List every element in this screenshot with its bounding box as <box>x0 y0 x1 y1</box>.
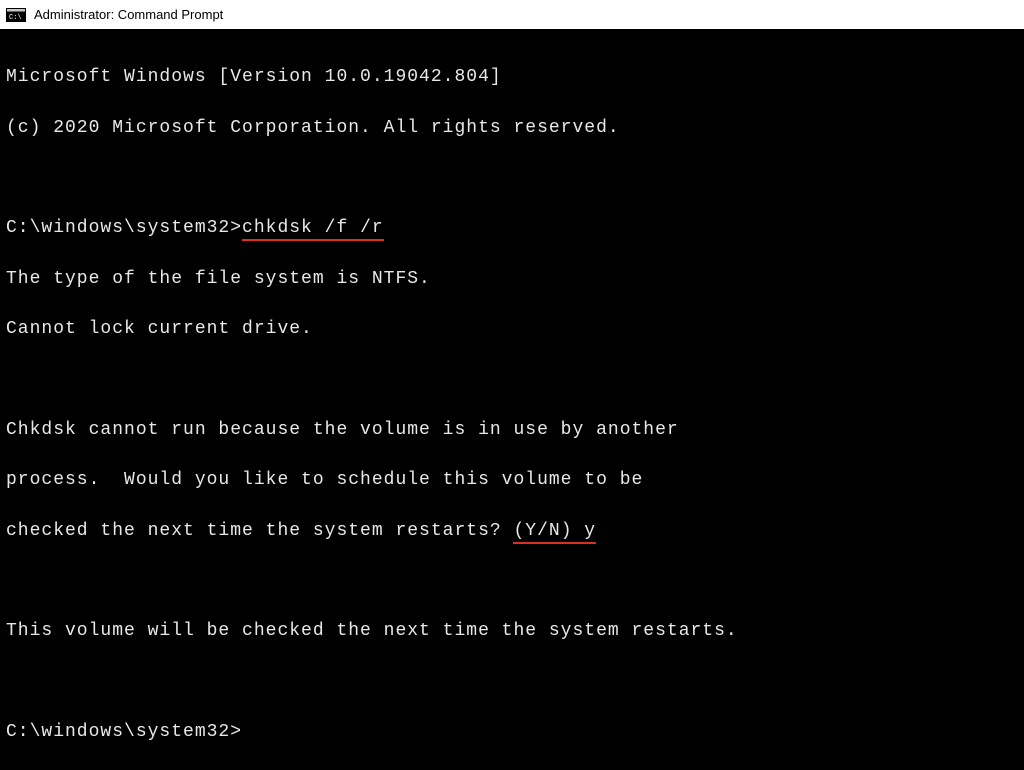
terminal-prompt-line: C:\windows\system32> <box>6 720 1018 745</box>
terminal-line: process. Would you like to schedule this… <box>6 468 1018 493</box>
terminal-text: checked the next time the system restart… <box>6 521 513 541</box>
terminal-line: Cannot lock current drive. <box>6 317 1018 342</box>
yn-response: (Y/N) y <box>513 521 596 544</box>
terminal-line: (c) 2020 Microsoft Corporation. All righ… <box>6 116 1018 141</box>
terminal-command-line: C:\windows\system32>chkdsk /f /r <box>6 216 1018 241</box>
cmd-icon: C:\ <box>6 7 26 23</box>
window-title-bar: C:\ Administrator: Command Prompt <box>0 0 1024 30</box>
entered-command: chkdsk /f /r <box>242 218 384 241</box>
terminal-output[interactable]: Microsoft Windows [Version 10.0.19042.80… <box>0 30 1024 631</box>
svg-text:C:\: C:\ <box>9 14 22 22</box>
terminal-blank <box>6 670 1018 695</box>
terminal-line: This volume will be checked the next tim… <box>6 619 1018 644</box>
terminal-blank <box>6 569 1018 594</box>
terminal-line: Chkdsk cannot run because the volume is … <box>6 418 1018 443</box>
prompt: C:\windows\system32> <box>6 218 242 238</box>
terminal-line: Microsoft Windows [Version 10.0.19042.80… <box>6 65 1018 90</box>
window-title: Administrator: Command Prompt <box>34 7 223 22</box>
terminal-blank <box>6 166 1018 191</box>
prompt: C:\windows\system32> <box>6 722 242 742</box>
terminal-line: The type of the file system is NTFS. <box>6 267 1018 292</box>
terminal-line: checked the next time the system restart… <box>6 519 1018 544</box>
terminal-blank <box>6 367 1018 392</box>
